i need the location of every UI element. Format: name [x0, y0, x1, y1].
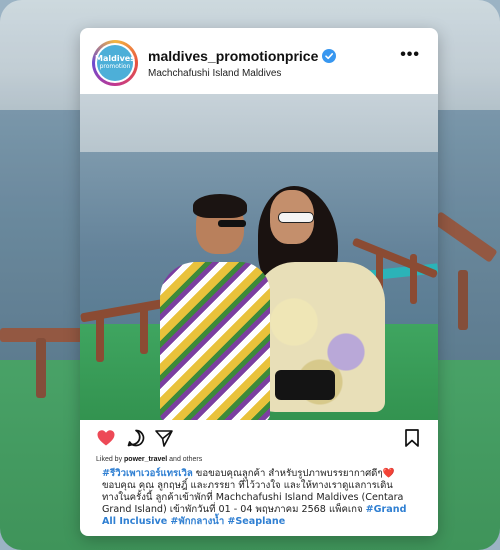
avatar[interactable]: Maldives promotion: [92, 40, 138, 86]
woman-sunglasses: [278, 212, 314, 223]
man-shirt: [160, 262, 270, 420]
liked-by-text: Liked by power_travel and others: [96, 456, 203, 463]
heart-icon[interactable]: [96, 428, 116, 448]
man-sunglasses: [218, 220, 246, 227]
instagram-post-card: Maldives promotion maldives_promotionpri…: [80, 28, 438, 536]
avatar-logo: Maldives promotion: [95, 45, 135, 81]
comment-icon[interactable]: [126, 428, 146, 448]
share-icon[interactable]: [154, 428, 174, 448]
man-hair: [193, 194, 247, 218]
username-link[interactable]: maldives_promotionprice: [148, 48, 337, 64]
post-caption: #รีวิวเพาเวอร์แทรเวิล ขอขอบคุณลูกค้า สำห…: [102, 468, 407, 527]
location-link[interactable]: Machchafushi Island Maldives: [148, 68, 281, 79]
hashtag-link[interactable]: #Seaplane: [227, 516, 285, 527]
hashtag-link[interactable]: #รีวิวเพาเวอร์แทรเวิล: [102, 468, 193, 479]
post-actions: [80, 420, 438, 454]
post-header: Maldives promotion maldives_promotionpri…: [80, 28, 438, 94]
liked-by-user-link[interactable]: power_travel: [124, 456, 167, 463]
verified-icon: [322, 49, 337, 63]
more-icon[interactable]: •••: [400, 46, 420, 64]
bookmark-icon[interactable]: [402, 428, 422, 448]
post-photo[interactable]: [80, 94, 438, 420]
hashtag-link[interactable]: #พักกลางน้ำ: [170, 516, 224, 527]
